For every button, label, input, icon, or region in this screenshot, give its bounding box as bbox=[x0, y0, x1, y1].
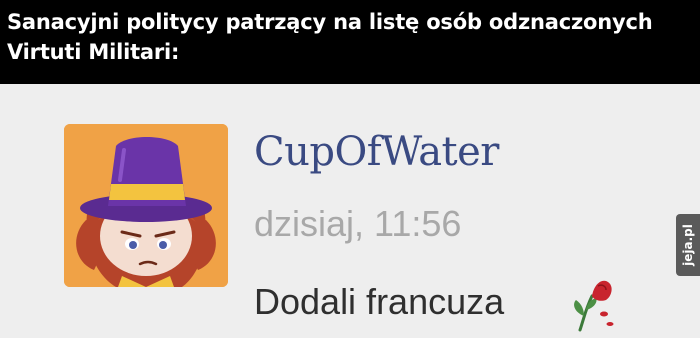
comment-username[interactable]: CupOfWater bbox=[254, 124, 499, 180]
wilted-flower-icon bbox=[574, 280, 614, 332]
avatar-illustration bbox=[64, 124, 228, 287]
watermark-badge: jeja.pl bbox=[676, 214, 700, 276]
avatar[interactable] bbox=[64, 124, 228, 287]
meme-caption: Sanacyjni politycy patrzący na listę osó… bbox=[7, 10, 653, 64]
comment-panel: CupOfWater dzisiaj, 11:56 Dodali francuz… bbox=[0, 84, 700, 338]
caption-bar: Sanacyjni politycy patrzący na listę osó… bbox=[0, 0, 700, 84]
comment-message: Dodali francuza bbox=[254, 281, 505, 322]
watermark-text: jeja.pl bbox=[681, 224, 695, 266]
comment-timestamp: dzisiaj, 11:56 bbox=[254, 203, 462, 244]
